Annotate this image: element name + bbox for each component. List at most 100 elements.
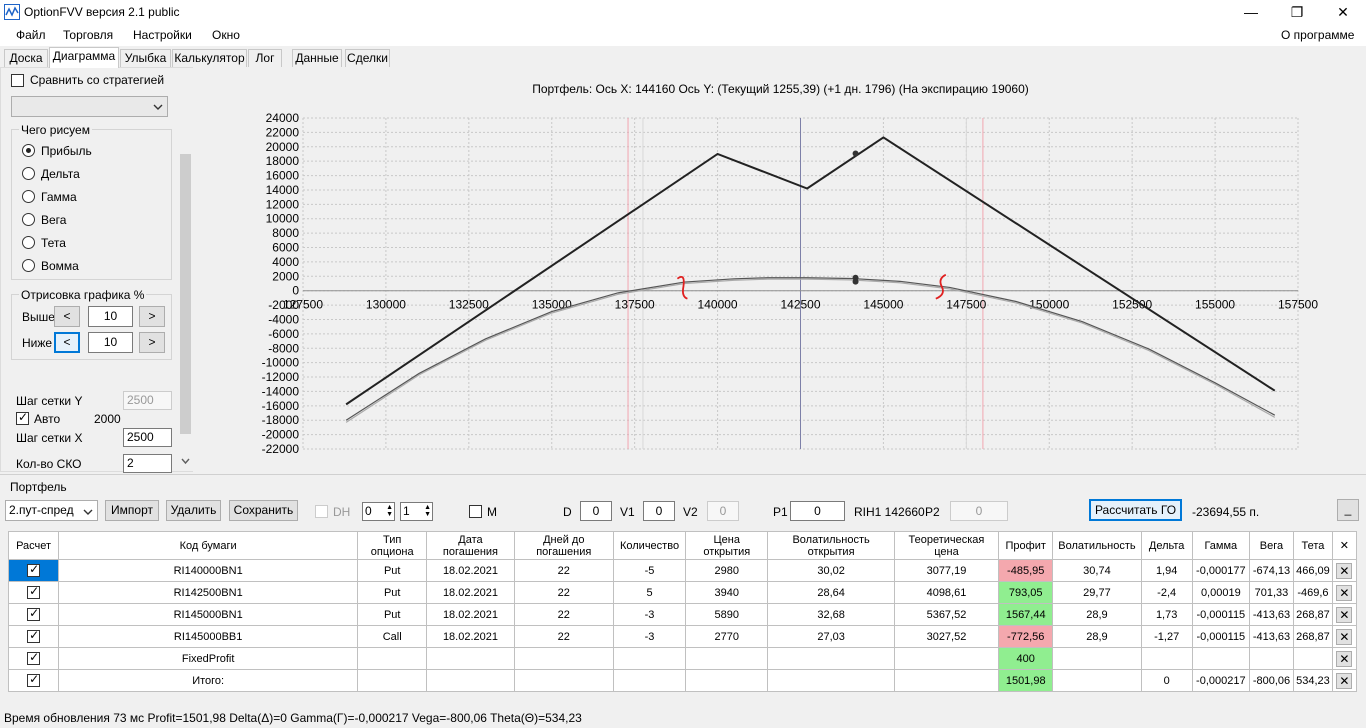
row-calc-checkbox[interactable] bbox=[27, 650, 41, 665]
table-row[interactable]: Итого: 1501,98 0-0,000217-800,06534,23✕ bbox=[7, 669, 1358, 692]
scrollbar-thumb[interactable] bbox=[180, 154, 191, 434]
collapse-button[interactable]: _ bbox=[1337, 499, 1359, 521]
radio-delta[interactable] bbox=[22, 167, 35, 180]
grid-y-input[interactable]: 2500 bbox=[123, 391, 172, 410]
delete-button[interactable]: Удалить bbox=[166, 500, 221, 521]
menu-file[interactable]: Файл bbox=[16, 28, 46, 42]
col-theta[interactable]: Тета bbox=[1293, 531, 1333, 560]
cell-price[interactable] bbox=[685, 669, 769, 692]
cell-qty[interactable]: -3 bbox=[612, 625, 687, 648]
p2-input[interactable]: 0 bbox=[950, 501, 1008, 521]
col-profit[interactable]: Профит bbox=[998, 531, 1054, 560]
dh-spin-2[interactable]: 1 ▲ ▼ bbox=[400, 502, 433, 521]
cell-vol[interactable] bbox=[1052, 647, 1142, 670]
radio-gamma[interactable] bbox=[22, 190, 35, 203]
col-vol-open[interactable]: Волатильность открытия bbox=[767, 531, 895, 560]
v1-input[interactable]: 0 bbox=[643, 501, 675, 521]
col-type[interactable]: Тип опциона bbox=[357, 531, 428, 560]
col-calc[interactable]: Расчет bbox=[7, 531, 60, 560]
row-remove-button[interactable]: ✕ bbox=[1336, 584, 1353, 601]
tab-deals[interactable]: Сделки bbox=[345, 49, 390, 67]
tab-data[interactable]: Данные bbox=[292, 49, 342, 67]
d-input[interactable]: 0 bbox=[580, 501, 612, 521]
row-calc-cell[interactable] bbox=[7, 603, 60, 626]
maximize-button[interactable]: ❐ bbox=[1274, 0, 1320, 24]
tab-smile[interactable]: Улыбка bbox=[120, 49, 171, 67]
row-calc-checkbox[interactable] bbox=[27, 584, 41, 599]
strategy-select[interactable]: 2.пут-спред bbox=[5, 500, 98, 521]
cell-price[interactable] bbox=[685, 647, 769, 670]
row-calc-cell[interactable] bbox=[7, 581, 60, 604]
below-decrease-button[interactable]: < bbox=[54, 332, 80, 353]
cell-qty[interactable] bbox=[612, 647, 687, 670]
tab-diagram[interactable]: Диаграмма bbox=[49, 47, 119, 68]
chart-canvas[interactable]: 2400022000200001800016000140001200010000… bbox=[195, 67, 1366, 472]
p1-input[interactable]: 0 bbox=[790, 501, 845, 521]
above-input[interactable]: 10 bbox=[88, 306, 133, 327]
cell-price[interactable]: 2980 bbox=[685, 559, 769, 582]
tab-calculator[interactable]: Калькулятор bbox=[172, 49, 247, 67]
col-date[interactable]: Дата погашения bbox=[426, 531, 515, 560]
cell-qty[interactable]: -5 bbox=[612, 559, 687, 582]
cell-price[interactable]: 2770 bbox=[685, 625, 769, 648]
close-button[interactable]: ✕ bbox=[1320, 0, 1366, 24]
col-qty[interactable]: Количество bbox=[612, 531, 687, 560]
cell-price[interactable]: 5890 bbox=[685, 603, 769, 626]
cell-price[interactable]: 3940 bbox=[685, 581, 769, 604]
below-increase-button[interactable]: > bbox=[139, 332, 165, 353]
left-scrollbar[interactable] bbox=[178, 68, 193, 471]
row-remove-button[interactable]: ✕ bbox=[1336, 650, 1353, 667]
col-delta[interactable]: Дельта bbox=[1140, 531, 1193, 560]
col-theo[interactable]: Теоретическая цена bbox=[893, 531, 1000, 560]
menu-trading[interactable]: Торговля bbox=[63, 28, 113, 42]
col-vega[interactable]: Вега bbox=[1248, 531, 1295, 560]
col-vol[interactable]: Волатильность bbox=[1052, 531, 1142, 560]
minimize-button[interactable]: — bbox=[1228, 0, 1274, 24]
col-price[interactable]: Цена открытия bbox=[685, 531, 769, 560]
dh-checkbox[interactable] bbox=[315, 505, 328, 518]
row-calc-checkbox[interactable] bbox=[27, 606, 41, 621]
radio-theta[interactable] bbox=[22, 236, 35, 249]
cell-vol[interactable]: 29,77 bbox=[1052, 581, 1142, 604]
radio-vomma[interactable] bbox=[22, 259, 35, 272]
row-calc-cell[interactable] bbox=[7, 559, 60, 582]
cell-qty[interactable]: -3 bbox=[612, 603, 687, 626]
spin-arrows-icon[interactable]: ▲ ▼ bbox=[386, 504, 393, 518]
m-checkbox[interactable] bbox=[469, 505, 482, 518]
row-remove-button[interactable]: ✕ bbox=[1336, 672, 1353, 689]
menu-window[interactable]: Окно bbox=[212, 28, 240, 42]
menu-about[interactable]: О программе bbox=[1281, 28, 1354, 42]
dh-spin-1[interactable]: 0 ▲ ▼ bbox=[362, 502, 395, 521]
table-row[interactable]: RI140000BN1Put18.02.202122-5298030,02307… bbox=[7, 559, 1358, 582]
tab-log[interactable]: Лог bbox=[248, 49, 282, 67]
radio-profit[interactable] bbox=[22, 144, 35, 157]
col-code[interactable]: Код бумаги bbox=[58, 531, 359, 560]
scroll-down-icon[interactable] bbox=[181, 458, 190, 465]
row-remove-button[interactable]: ✕ bbox=[1336, 606, 1353, 623]
cell-vol[interactable]: 28,9 bbox=[1052, 625, 1142, 648]
cell-vol[interactable] bbox=[1052, 669, 1142, 692]
row-calc-checkbox[interactable] bbox=[27, 628, 41, 643]
below-input[interactable]: 10 bbox=[88, 332, 133, 353]
strategy-compare-dropdown[interactable] bbox=[11, 96, 168, 117]
row-calc-cell[interactable] bbox=[7, 625, 60, 648]
import-button[interactable]: Импорт bbox=[105, 500, 159, 521]
cell-qty[interactable] bbox=[612, 669, 687, 692]
row-calc-cell[interactable] bbox=[7, 647, 60, 670]
spin-arrows-icon[interactable]: ▲ ▼ bbox=[424, 504, 431, 518]
row-remove-button[interactable]: ✕ bbox=[1336, 562, 1353, 579]
table-row[interactable]: RI145000BB1Call18.02.202122-3277027,0330… bbox=[7, 625, 1358, 648]
row-remove-button[interactable]: ✕ bbox=[1336, 628, 1353, 645]
cell-qty[interactable]: 5 bbox=[612, 581, 687, 604]
row-calc-checkbox[interactable] bbox=[27, 672, 41, 687]
auto-checkbox[interactable] bbox=[16, 410, 29, 425]
above-decrease-button[interactable]: < bbox=[54, 306, 80, 327]
table-row[interactable]: RI142500BN1Put18.02.2021225394028,644098… bbox=[7, 581, 1358, 604]
row-calc-cell[interactable] bbox=[7, 669, 60, 692]
table-row[interactable]: FixedProfit 400 ✕ bbox=[7, 647, 1358, 670]
col-days[interactable]: Дней до погашения bbox=[513, 531, 614, 560]
menu-settings[interactable]: Настройки bbox=[133, 28, 192, 42]
calc-margin-button[interactable]: Рассчитать ГО bbox=[1089, 499, 1182, 521]
save-button[interactable]: Сохранить bbox=[229, 500, 298, 521]
v2-input[interactable]: 0 bbox=[707, 501, 739, 521]
